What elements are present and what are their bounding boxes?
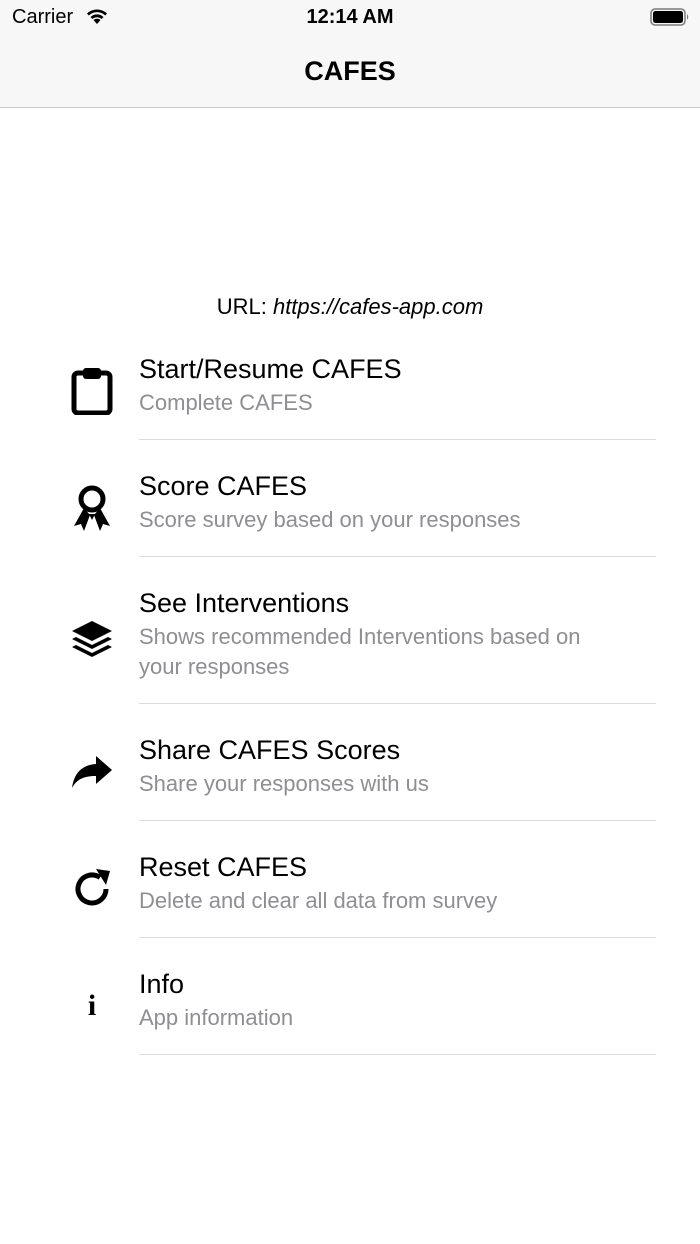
menu-item-subtitle: Score survey based on your responses bbox=[139, 507, 521, 532]
menu-item-subtitle: Complete CAFES bbox=[139, 390, 313, 415]
menu-item-reset[interactable]: Reset CAFES Delete and clear all data fr… bbox=[0, 836, 700, 953]
menu-item-text: Share CAFES Scores Share your responses … bbox=[139, 733, 656, 821]
menu-item-share[interactable]: Share CAFES Scores Share your responses … bbox=[0, 719, 700, 836]
info-glyph: i bbox=[87, 989, 97, 1022]
menu-item-subtitle: App information bbox=[139, 1005, 294, 1030]
menu-item-subtitle: Delete and clear all data from survey bbox=[139, 888, 498, 913]
share-arrow-icon bbox=[66, 746, 118, 798]
menu-item-text: See Interventions Shows recommended Inte… bbox=[139, 586, 656, 704]
status-bar: Carrier 12:14 AM bbox=[0, 0, 700, 36]
award-ribbon-icon bbox=[66, 482, 118, 534]
url-label: URL: bbox=[216, 294, 267, 319]
menu-item-score[interactable]: Score CAFES Score survey based on your r… bbox=[0, 455, 700, 572]
menu-item-text: Score CAFES Score survey based on your r… bbox=[139, 469, 656, 557]
clock: 12:14 AM bbox=[306, 6, 394, 28]
layers-icon bbox=[66, 614, 118, 666]
nav-title: CAFES bbox=[304, 56, 396, 86]
menu-item-title: Share CAFES Scores bbox=[139, 735, 401, 765]
menu-item-title: Start/Resume CAFES bbox=[139, 354, 402, 384]
clipboard-icon bbox=[66, 365, 118, 417]
info-icon: i bbox=[66, 980, 118, 1032]
menu-item-interventions[interactable]: See Interventions Shows recommended Inte… bbox=[0, 572, 700, 719]
menu-item-title: Info bbox=[139, 969, 185, 999]
menu-item-info[interactable]: i Info App information bbox=[0, 953, 700, 1070]
menu-item-title: Score CAFES bbox=[139, 471, 308, 501]
menu-item-title: See Interventions bbox=[139, 588, 350, 618]
menu-item-text: Start/Resume CAFES Complete CAFES bbox=[139, 352, 656, 440]
url-link[interactable]: https://cafes-app.com bbox=[273, 294, 483, 319]
menu-item-subtitle: Share your responses with us bbox=[139, 771, 429, 796]
url-line: URL: https://cafes-app.com bbox=[0, 294, 700, 320]
menu-list: Start/Resume CAFES Complete CAFES Score … bbox=[0, 338, 700, 1070]
refresh-icon bbox=[66, 863, 118, 915]
menu-item-text: Info App information bbox=[139, 967, 656, 1055]
navigation-bar: CAFES bbox=[0, 36, 700, 108]
battery-icon bbox=[650, 8, 689, 26]
menu-item-start-resume[interactable]: Start/Resume CAFES Complete CAFES bbox=[0, 338, 700, 455]
menu-item-title: Reset CAFES bbox=[139, 852, 308, 882]
menu-item-subtitle: Shows recommended Interventions based on… bbox=[139, 624, 581, 679]
menu-item-text: Reset CAFES Delete and clear all data fr… bbox=[139, 850, 656, 938]
